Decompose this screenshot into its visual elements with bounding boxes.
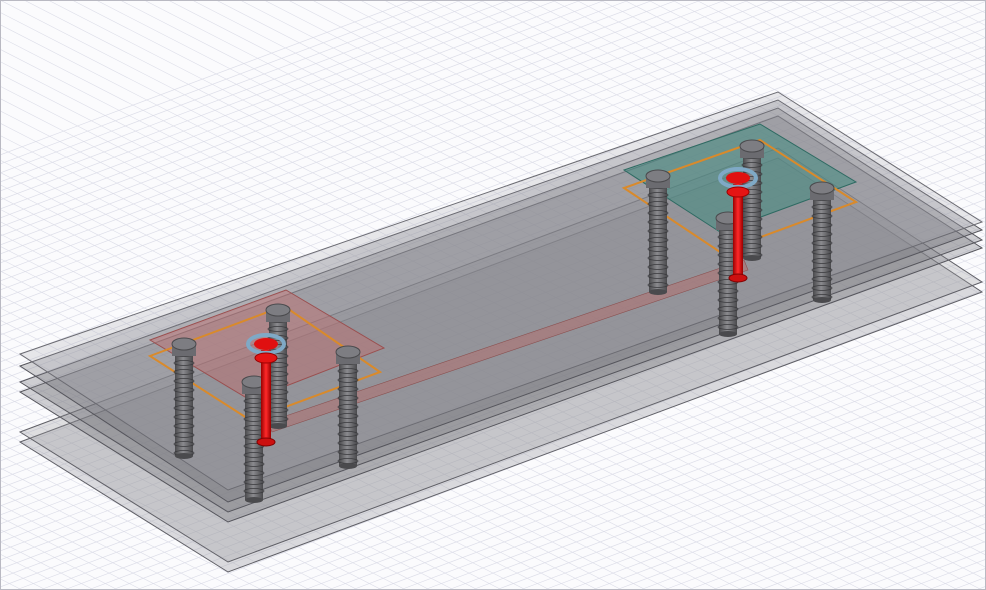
via <box>809 181 835 303</box>
3d-viewport[interactable] <box>0 0 986 590</box>
3d-scene[interactable] <box>0 0 986 590</box>
via <box>335 345 361 469</box>
via <box>739 139 765 261</box>
substrate-layers <box>18 91 984 573</box>
via <box>645 169 671 295</box>
via <box>171 337 197 459</box>
